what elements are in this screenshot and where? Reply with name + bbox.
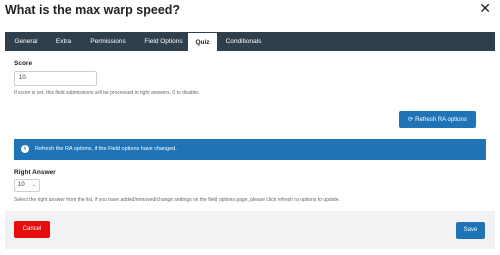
- tab-bar: General Extra Permissions Field Options …: [5, 32, 495, 51]
- tab-conditionals[interactable]: Conditionals: [219, 32, 268, 51]
- tab-field-options[interactable]: Field Options: [136, 32, 191, 51]
- info-notice: i Refresh the RA options, if the Field o…: [14, 139, 486, 160]
- refresh-icon: ⟳: [408, 116, 414, 123]
- right-answer-help-text: Select the right answer from the list, i…: [14, 197, 341, 203]
- score-help-text: If score is set, this field submissions …: [14, 90, 200, 96]
- cancel-button[interactable]: Cancel: [14, 221, 50, 238]
- close-icon[interactable]: ✕: [479, 2, 491, 16]
- notice-text: Refresh the RA options, if the Field opt…: [35, 146, 177, 152]
- right-answer-value: 10: [18, 182, 25, 188]
- info-icon: i: [21, 145, 29, 153]
- score-label: Score: [14, 60, 33, 67]
- save-button[interactable]: Save: [456, 222, 485, 239]
- modal-title: What is the max warp speed?: [5, 3, 181, 17]
- modal-footer: [5, 211, 495, 249]
- right-answer-select[interactable]: 10 ⌄: [14, 179, 40, 192]
- tab-general[interactable]: General: [5, 32, 47, 51]
- refresh-ra-options-label: Refresh RA options: [415, 117, 467, 123]
- right-answer-label: Right Answer: [14, 169, 56, 176]
- tab-quiz[interactable]: Quiz: [188, 33, 217, 51]
- chevron-down-icon: ⌄: [31, 182, 36, 188]
- tab-permissions[interactable]: Permissions: [80, 32, 136, 51]
- refresh-ra-options-button[interactable]: ⟳ Refresh RA options: [399, 111, 476, 128]
- tab-extra[interactable]: Extra: [47, 32, 80, 51]
- score-input[interactable]: 10: [14, 71, 97, 86]
